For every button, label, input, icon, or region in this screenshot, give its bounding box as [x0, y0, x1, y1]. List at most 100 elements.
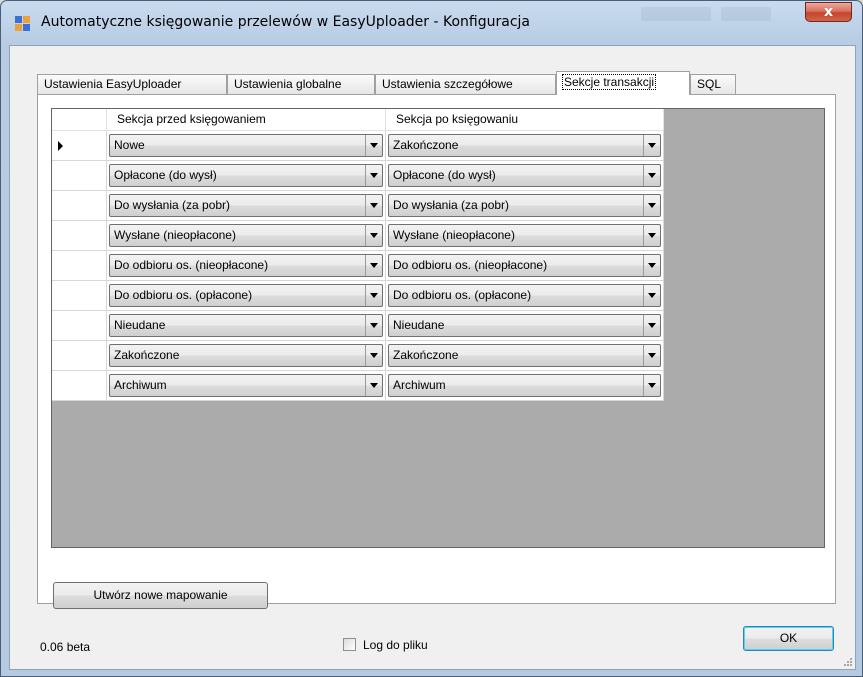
section-after-combobox[interactable]: Do odbioru os. (nieopłacone) [388, 254, 661, 277]
dropdown-arrow-icon[interactable] [365, 345, 382, 366]
cell-before: Do odbioru os. (opłacone) [107, 281, 386, 311]
combobox-value: Do wysłania (za pobr) [393, 198, 510, 212]
dropdown-arrow-icon[interactable] [643, 165, 660, 186]
combobox-value: Do odbioru os. (nieopłacone) [393, 258, 548, 272]
dropdown-arrow-icon[interactable] [365, 285, 382, 306]
background-ghost [721, 7, 771, 21]
row-header-cell[interactable] [52, 281, 107, 311]
section-before-combobox[interactable]: Zakończone [109, 344, 383, 367]
dropdown-arrow-icon[interactable] [365, 225, 382, 246]
row-header-cell[interactable] [52, 341, 107, 371]
dropdown-arrow-icon[interactable] [365, 375, 382, 396]
tab-easyuploader-settings[interactable]: Ustawienia EasyUploader [37, 74, 227, 94]
row-header-cell[interactable] [52, 131, 107, 161]
cell-before: Opłacone (do wysł) [107, 161, 386, 191]
section-after-combobox[interactable]: Zakończone [388, 344, 661, 367]
cell-after: Do odbioru os. (opłacone) [386, 281, 664, 311]
row-header-cell[interactable] [52, 371, 107, 401]
cell-after: Do wysłania (za pobr) [386, 191, 664, 221]
cell-before: Archiwum [107, 371, 386, 401]
section-before-combobox[interactable]: Archiwum [109, 374, 383, 397]
dropdown-arrow-icon[interactable] [365, 165, 382, 186]
dropdown-arrow-icon[interactable] [643, 345, 660, 366]
section-before-combobox[interactable]: Nowe [109, 134, 383, 157]
combobox-value: Opłacone (do wysł) [114, 168, 217, 182]
section-before-combobox[interactable]: Wysłane (nieopłacone) [109, 224, 383, 247]
cell-after: Zakończone [386, 131, 664, 161]
dropdown-arrow-icon[interactable] [365, 195, 382, 216]
section-before-combobox[interactable]: Do odbioru os. (nieopłacone) [109, 254, 383, 277]
checkbox-box[interactable] [343, 638, 356, 651]
row-header-cell[interactable] [52, 221, 107, 251]
section-before-combobox[interactable]: Nieudane [109, 314, 383, 337]
combobox-value: Nowe [114, 138, 145, 152]
table-row[interactable]: Nowe Zakończone [52, 131, 664, 161]
dropdown-arrow-icon[interactable] [365, 255, 382, 276]
dropdown-arrow-icon[interactable] [643, 285, 660, 306]
table-row[interactable]: Zakończone Zakończone [52, 341, 664, 371]
row-header-cell[interactable] [52, 311, 107, 341]
section-before-combobox[interactable]: Do wysłania (za pobr) [109, 194, 383, 217]
section-after-combobox[interactable]: Archiwum [388, 374, 661, 397]
section-before-combobox[interactable]: Opłacone (do wysł) [109, 164, 383, 187]
dropdown-arrow-icon[interactable] [365, 135, 382, 156]
cell-before: Wysłane (nieopłacone) [107, 221, 386, 251]
table-row[interactable]: Wysłane (nieopłacone) Wysłane (nieopłacon… [52, 221, 664, 251]
cell-after: Wysłane (nieopłacone) [386, 221, 664, 251]
combobox-value: Zakończone [393, 348, 459, 362]
section-after-combobox[interactable]: Opłacone (do wysł) [388, 164, 661, 187]
cell-after: Archiwum [386, 371, 664, 401]
tab-global-settings[interactable]: Ustawienia globalne [227, 74, 375, 94]
dropdown-arrow-icon[interactable] [643, 315, 660, 336]
section-after-combobox[interactable]: Do odbioru os. (opłacone) [388, 284, 661, 307]
table-row[interactable]: Do wysłania (za pobr) Do wysłania (za pob… [52, 191, 664, 221]
cell-after: Opłacone (do wysł) [386, 161, 664, 191]
background-ghost [641, 7, 711, 21]
dialog-window: Automatyczne księgowanie przelewów w Eas… [0, 0, 863, 677]
column-header-before[interactable]: Sekcja przed księgowaniem [107, 109, 386, 131]
dropdown-arrow-icon[interactable] [643, 225, 660, 246]
tab-sql[interactable]: SQL [690, 74, 736, 94]
dropdown-arrow-icon[interactable] [365, 315, 382, 336]
table-row[interactable]: Archiwum Archiwum [52, 371, 664, 401]
table-row[interactable]: Nieudane Nieudane [52, 311, 664, 341]
cell-before: Zakończone [107, 341, 386, 371]
tab-panel-transaction-sections: Sekcja przed księgowaniem Sekcja po księ… [37, 94, 836, 609]
combobox-value: Do odbioru os. (nieopłacone) [114, 258, 269, 272]
section-after-combobox[interactable]: Do wysłania (za pobr) [388, 194, 661, 217]
section-mapping-grid[interactable]: Sekcja przed księgowaniem Sekcja po księ… [51, 108, 825, 548]
dropdown-arrow-icon[interactable] [643, 375, 660, 396]
dropdown-arrow-icon[interactable] [643, 195, 660, 216]
checkbox-label[interactable]: Log do pliku [363, 638, 428, 652]
cell-before: Nieudane [107, 311, 386, 341]
dropdown-arrow-icon[interactable] [643, 255, 660, 276]
row-header-cell[interactable] [52, 191, 107, 221]
combobox-value: Nieudane [114, 318, 166, 332]
ok-button[interactable]: OK [743, 626, 834, 651]
tab-transaction-sections[interactable]: Sekcje transakcji [556, 71, 690, 95]
combobox-value: Wysłane (nieopłacone) [393, 228, 515, 242]
cell-after: Nieudane [386, 311, 664, 341]
cell-after: Zakończone [386, 341, 664, 371]
combobox-value: Opłacone (do wysł) [393, 168, 496, 182]
column-header-after[interactable]: Sekcja po księgowaniu [386, 109, 664, 131]
section-after-combobox[interactable]: Wysłane (nieopłacone) [388, 224, 661, 247]
section-after-combobox[interactable]: Zakończone [388, 134, 661, 157]
table-row[interactable]: Do odbioru os. (opłacone) Do odbioru os. … [52, 281, 664, 311]
row-header-cell[interactable] [52, 251, 107, 281]
dropdown-arrow-icon[interactable] [643, 135, 660, 156]
client-area: Ustawienia EasyUploader Ustawienia globa… [9, 45, 856, 670]
section-after-combobox[interactable]: Nieudane [388, 314, 661, 337]
app-icon [15, 16, 31, 32]
close-button[interactable]: x [805, 2, 852, 22]
title-bar[interactable]: Automatyczne księgowanie przelewów w Eas… [1, 1, 862, 45]
tab-detailed-settings[interactable]: Ustawienia szczegółowe [375, 74, 556, 94]
create-mapping-button[interactable]: Utwórz nowe mapowanie [53, 582, 268, 609]
table-row[interactable]: Opłacone (do wysł) Opłacone (do wysł) [52, 161, 664, 191]
section-before-combobox[interactable]: Do odbioru os. (opłacone) [109, 284, 383, 307]
row-header-cell[interactable] [52, 161, 107, 191]
resize-grip-icon[interactable] [843, 657, 853, 667]
combobox-value: Do odbioru os. (opłacone) [114, 288, 253, 302]
table-row[interactable]: Do odbioru os. (nieopłacone) Do odbioru o… [52, 251, 664, 281]
combobox-value: Do odbioru os. (opłacone) [393, 288, 532, 302]
